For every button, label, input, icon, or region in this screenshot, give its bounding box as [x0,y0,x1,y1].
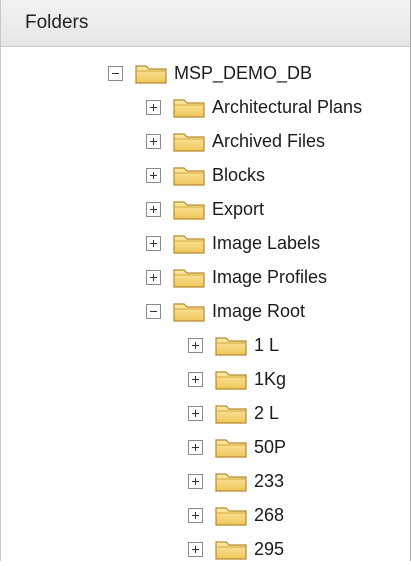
collapse-icon[interactable] [146,303,161,319]
tree-node-label: Image Labels [212,232,321,253]
expand-icon[interactable] [188,541,203,557]
folder-icon [173,133,205,152]
folders-panel: Folders MSP_DEMO_DB Architectural Plans [0,0,411,561]
expand-icon[interactable] [146,99,161,115]
folder-icon [215,541,247,560]
panel-title: Folders [25,12,89,33]
expand-icon[interactable] [188,371,203,387]
tree-node-label: 2 L [254,402,280,423]
folder-icon [173,235,205,254]
tree-node-2-l[interactable]: 2 L [188,396,279,430]
folder-icon [215,507,247,526]
tree-node-label: Image Profiles [212,266,328,287]
folder-icon [215,405,247,424]
expand-icon[interactable] [146,133,161,149]
tree-node-50p[interactable]: 50P [188,430,286,464]
tree-node-export[interactable]: Export [146,192,264,226]
expand-icon[interactable] [146,269,161,285]
expand-icon[interactable] [188,507,203,523]
tree-node-1-l[interactable]: 1 L [188,328,279,362]
folder-icon [173,269,205,288]
tree-node-label: Archived Files [212,130,326,151]
tree-node-label: MSP_DEMO_DB [174,62,313,83]
tree-node-archived-files[interactable]: Archived Files [146,124,325,158]
tree-node-label: Blocks [212,164,266,185]
tree-node-1kg[interactable]: 1Kg [188,362,286,396]
tree-node-label: Image Root [212,300,306,321]
folder-tree: MSP_DEMO_DB Architectural Plans Archived… [1,47,410,561]
tree-node-image-root[interactable]: Image Root [146,294,305,328]
tree-node-image-profiles[interactable]: Image Profiles [146,260,327,294]
expand-icon[interactable] [188,337,203,353]
expand-icon[interactable] [146,235,161,251]
tree-node-label: 268 [254,504,285,525]
tree-node-label: Architectural Plans [212,96,363,117]
expand-icon[interactable] [188,405,203,421]
expand-icon[interactable] [188,439,203,455]
panel-header: Folders [1,0,410,47]
tree-node-label: 233 [254,470,285,491]
tree-node-architectural-plans[interactable]: Architectural Plans [146,90,362,124]
folder-icon [215,439,247,458]
expand-icon[interactable] [188,473,203,489]
expand-icon[interactable] [146,167,161,183]
folder-icon [215,337,247,356]
tree-node-blocks[interactable]: Blocks [146,158,265,192]
tree-node-label: 1Kg [254,368,287,389]
folder-icon [135,65,167,84]
tree-node-label: 50P [254,436,287,457]
folder-icon [173,303,205,322]
tree-node-268[interactable]: 268 [188,498,284,532]
folder-icon [173,167,205,186]
folder-icon [215,473,247,492]
tree-node-label: Export [212,198,265,219]
expand-icon[interactable] [146,201,161,217]
tree-node-image-labels[interactable]: Image Labels [146,226,320,260]
tree-node-msp-demo-db[interactable]: MSP_DEMO_DB [108,56,312,90]
folder-icon [173,201,205,220]
tree-node-label: 1 L [254,334,280,355]
tree-node-label: 295 [254,538,285,559]
tree-node-233[interactable]: 233 [188,464,284,498]
folder-icon [215,371,247,390]
collapse-icon[interactable] [108,65,123,81]
folder-icon [173,99,205,118]
